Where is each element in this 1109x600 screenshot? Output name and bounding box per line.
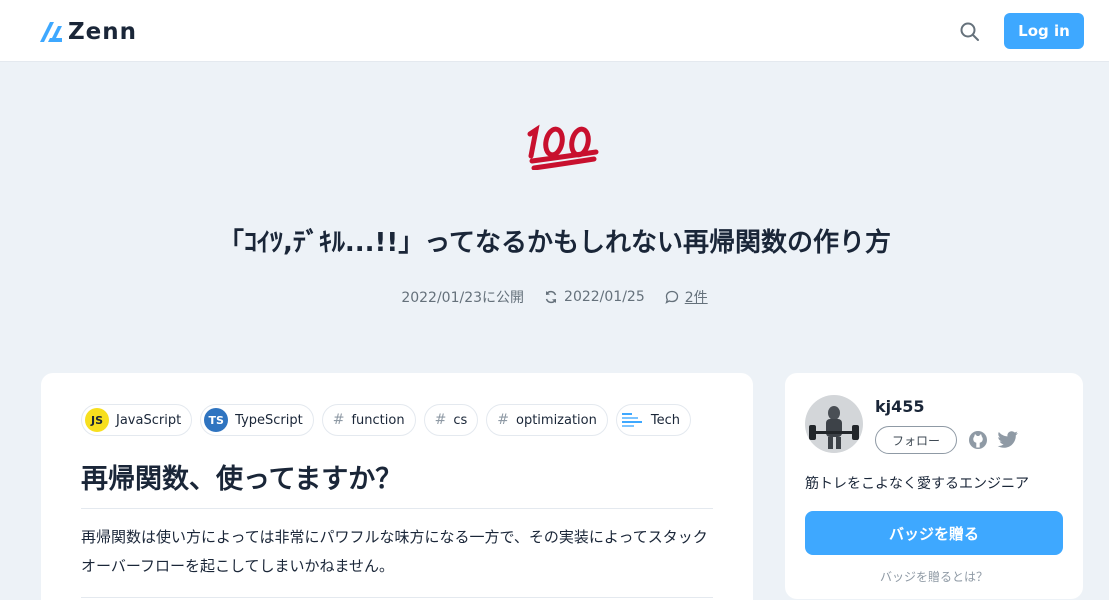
hash-icon: # [497, 412, 509, 428]
badge-help-link[interactable]: バッジを贈るとは？ [785, 568, 1083, 585]
twitter-icon[interactable] [997, 430, 1019, 450]
article-title: 「ｺｲﾂ,ﾃﾞｷﾙ...!!」ってなるかもしれない再帰関数の作り方 [218, 228, 891, 258]
article-body-card: JS JavaScript TS TypeScript # function #… [41, 373, 753, 600]
login-button[interactable]: Log in [1004, 13, 1084, 49]
author-avatar[interactable] [805, 395, 863, 453]
topic-javascript[interactable]: JS JavaScript [81, 404, 193, 436]
comments-link[interactable]: 2件 [685, 287, 708, 307]
article-meta: 2022/01/23に公開 2022/01/25 2件 [0, 287, 1109, 307]
hash-icon: # [434, 412, 447, 428]
avatar-image [805, 395, 863, 453]
javascript-icon: JS [85, 408, 109, 432]
topic-label: optimization [515, 412, 597, 428]
topic-label: TypeScript [235, 412, 303, 428]
zenn-logo-icon [40, 22, 62, 42]
typescript-icon: TS [204, 408, 229, 432]
published-date: 2022/01/23に公開 [401, 290, 525, 306]
topic-list: JS JavaScript TS TypeScript # function #… [81, 404, 691, 436]
divider [81, 597, 713, 598]
topic-label: JavaScript [116, 412, 182, 428]
refresh-icon [545, 290, 557, 304]
article-paragraph: 再帰関数は使い方によっては非常にパワフルな味方になる一方で、その実装によってスタ… [81, 528, 708, 575]
topic-label: function [351, 412, 405, 428]
topic-cs[interactable]: # cs [423, 404, 479, 436]
hash-icon: # [332, 412, 345, 428]
zenn-logo[interactable]: Zenn [40, 19, 137, 45]
topic-function[interactable]: # function [321, 404, 416, 436]
author-name[interactable]: kj455 [875, 397, 925, 416]
comment-icon [665, 290, 678, 304]
search-icon [960, 22, 979, 41]
search-button[interactable] [958, 20, 982, 44]
topic-label: cs [453, 412, 468, 428]
send-badge-button[interactable]: バッジを贈る [805, 511, 1063, 555]
topic-typescript[interactable]: TS TypeScript [200, 404, 314, 436]
topic-label: Tech [650, 412, 680, 428]
updated-date: 2022/01/25 [564, 289, 645, 305]
topic-optimization[interactable]: # optimization [486, 404, 608, 436]
section-heading: 再帰関数、使ってますか？ [81, 457, 713, 509]
follow-button[interactable]: フォロー [875, 426, 957, 454]
topic-tech[interactable]: Tech [615, 404, 691, 436]
100-emoji-icon [527, 124, 599, 170]
site-header: Zenn Log in [0, 0, 1109, 62]
author-bio: 筋トレをこよなく愛するエンジニア [805, 476, 1029, 492]
tech-icon [621, 413, 642, 427]
github-icon[interactable] [967, 429, 989, 451]
author-card: kj455 フォロー 筋トレをこよなく愛するエンジニア バッジを贈る バッジを贈… [785, 373, 1083, 599]
logo-text: Zenn [68, 19, 138, 45]
